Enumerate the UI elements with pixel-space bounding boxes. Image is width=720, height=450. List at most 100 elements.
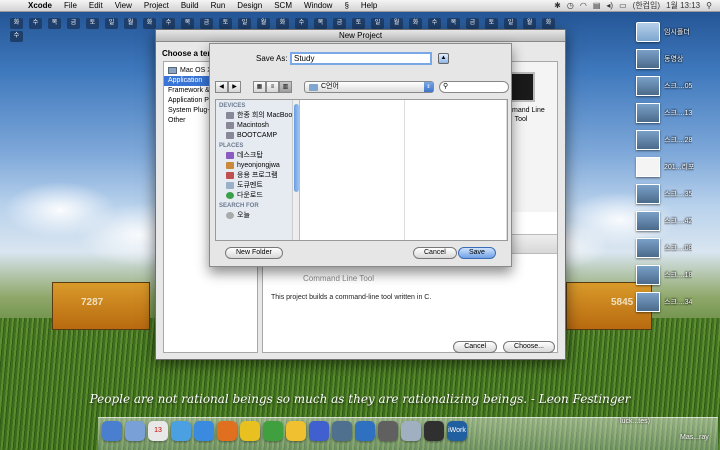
desktop-icon-label: 동영상 <box>664 55 684 63</box>
screenshot-icon <box>636 291 660 312</box>
menu-window[interactable]: Window <box>298 1 338 10</box>
mail-icon[interactable] <box>125 421 145 441</box>
desktop-icon-item[interactable]: 스크....34 <box>636 288 720 315</box>
finder-icon[interactable] <box>102 421 122 441</box>
menubar: Xcode File Edit View Project Build Run D… <box>0 0 720 12</box>
place-desktop[interactable]: 데스크탑 <box>216 150 299 160</box>
flag-icon[interactable]: ▤ <box>593 1 601 10</box>
iwork-icon[interactable]: iWork <box>447 421 467 441</box>
menu-view[interactable]: View <box>109 1 138 10</box>
window-title[interactable]: New Project <box>156 30 565 42</box>
sticker: 수 <box>29 18 42 29</box>
menu-run[interactable]: Run <box>205 1 232 10</box>
desktop-icon-item[interactable]: 동영상 <box>636 45 720 72</box>
device-macintosh[interactable]: Macintosh <box>216 120 299 130</box>
browser-column-1[interactable] <box>301 100 405 240</box>
itunes-icon[interactable] <box>171 421 191 441</box>
menu-file[interactable]: File <box>58 1 83 10</box>
cancel-button[interactable]: Cancel <box>453 341 498 353</box>
menu-scm[interactable]: SCM <box>268 1 298 10</box>
desktop-icon-item[interactable]: 스크....05 <box>636 72 720 99</box>
nav-buttons: ◀ ▶ <box>215 81 241 93</box>
expand-sheet-button[interactable]: ▲ <box>438 53 449 64</box>
mac-icon <box>168 67 177 74</box>
search-input[interactable]: ⚲ <box>439 81 509 93</box>
documents-icon <box>226 181 234 189</box>
description-title: Command Line Tool <box>303 274 375 283</box>
desktop-icon-item[interactable]: 스크....13 <box>636 99 720 126</box>
sheet-cancel-button[interactable]: Cancel <box>413 247 457 259</box>
menu-design[interactable]: Design <box>231 1 268 10</box>
spotlight-icon[interactable]: ⚲ <box>706 1 712 10</box>
sticker: 일 <box>105 18 118 29</box>
xcode-icon[interactable] <box>355 421 375 441</box>
desktop-icon-item[interactable]: 스크....35 <box>636 180 720 207</box>
document-icon <box>636 156 660 177</box>
new-folder-button[interactable]: New Folder <box>225 247 283 259</box>
chat-icon[interactable] <box>309 421 329 441</box>
save-button[interactable]: Save <box>458 247 496 259</box>
desktop-icon-label: 스크....08 <box>664 244 693 252</box>
menu-edit[interactable]: Edit <box>83 1 109 10</box>
source-scrollbar[interactable] <box>292 100 299 240</box>
device-bootcamp[interactable]: BOOTCAMP <box>216 130 299 140</box>
icon-view-icon[interactable]: ▦ <box>253 81 266 93</box>
time-machine-icon[interactable]: ◷ <box>567 1 574 10</box>
scroll-thumb[interactable] <box>294 104 299 192</box>
search-today[interactable]: 오늘 <box>216 210 299 220</box>
desktop-icon-item[interactable]: 임시폴더 <box>636 18 720 45</box>
sticker: 토 <box>485 18 498 29</box>
safari-icon[interactable] <box>194 421 214 441</box>
desktop-icon-label: 스크....28 <box>664 136 693 144</box>
network-icon[interactable] <box>378 421 398 441</box>
place-documents[interactable]: 도큐멘트 <box>216 180 299 190</box>
input-method[interactable]: (한컴입) <box>633 0 660 11</box>
preview-icon[interactable] <box>401 421 421 441</box>
volume-icon[interactable]: ◂) <box>606 1 613 10</box>
terminal-icon[interactable] <box>424 421 444 441</box>
battery-icon[interactable]: ▭ <box>619 1 627 10</box>
calendar-icon[interactable]: 13 <box>148 421 168 441</box>
script-menu-icon[interactable]: § <box>338 1 354 10</box>
column-view-icon[interactable]: ▥ <box>279 81 292 93</box>
list-view-icon[interactable]: ≡ <box>266 81 279 93</box>
menu-build[interactable]: Build <box>175 1 205 10</box>
menu-project[interactable]: Project <box>138 1 175 10</box>
photo-icon[interactable] <box>332 421 352 441</box>
device-macbook[interactable]: 한종 희의 MacBook <box>216 110 299 120</box>
clock-icon <box>226 211 234 219</box>
train-right-number: 5845 <box>611 297 634 308</box>
desktop-icon-item[interactable]: 201...리포 <box>636 153 720 180</box>
location-popup[interactable]: C언어 ⇕ <box>304 81 434 93</box>
forward-arrow-icon[interactable]: ▶ <box>228 81 241 93</box>
view-mode-buttons: ▦ ≡ ▥ <box>253 81 292 93</box>
choose-button[interactable]: Choose... <box>503 341 555 353</box>
drive-icon <box>636 48 660 69</box>
chrome-icon[interactable] <box>240 421 260 441</box>
adium-icon[interactable] <box>286 421 306 441</box>
source-list: DEVICES 한종 희의 MacBook Macintosh BOOTCAMP… <box>216 100 300 240</box>
menubar-clock[interactable]: 1월 13:13 <box>666 0 700 11</box>
desktop-icon-item[interactable]: 스크....18 <box>636 261 720 288</box>
place-applications[interactable]: 응용 프로그램 <box>216 170 299 180</box>
browser-column-2[interactable] <box>405 100 507 240</box>
firefox-icon[interactable] <box>217 421 237 441</box>
wifi-icon[interactable]: ◠ <box>580 1 587 10</box>
utorrent-icon[interactable] <box>263 421 283 441</box>
place-downloads[interactable]: 다운로드 <box>216 190 299 200</box>
train-left: 7287 <box>52 282 150 330</box>
chevron-updown-icon: ⇕ <box>424 82 433 92</box>
desktop-icon-item[interactable]: 스크....28 <box>636 126 720 153</box>
file-browser: DEVICES 한종 희의 MacBook Macintosh BOOTCAMP… <box>215 99 508 241</box>
desktop-icon-item[interactable]: 스크....08 <box>636 234 720 261</box>
save-as-field[interactable]: Study <box>290 52 432 65</box>
menu-app[interactable]: Xcode <box>22 1 58 10</box>
screenshot-icon <box>636 183 660 204</box>
back-arrow-icon[interactable]: ◀ <box>215 81 228 93</box>
desktop-icon-label: 스크....18 <box>664 271 693 279</box>
applications-icon <box>226 171 234 179</box>
menu-help[interactable]: Help <box>355 1 383 10</box>
place-home[interactable]: hyeonjongjwa <box>216 160 299 170</box>
desktop-icon-item[interactable]: 스크....42 <box>636 207 720 234</box>
bluetooth-icon[interactable]: ✱ <box>554 1 561 10</box>
